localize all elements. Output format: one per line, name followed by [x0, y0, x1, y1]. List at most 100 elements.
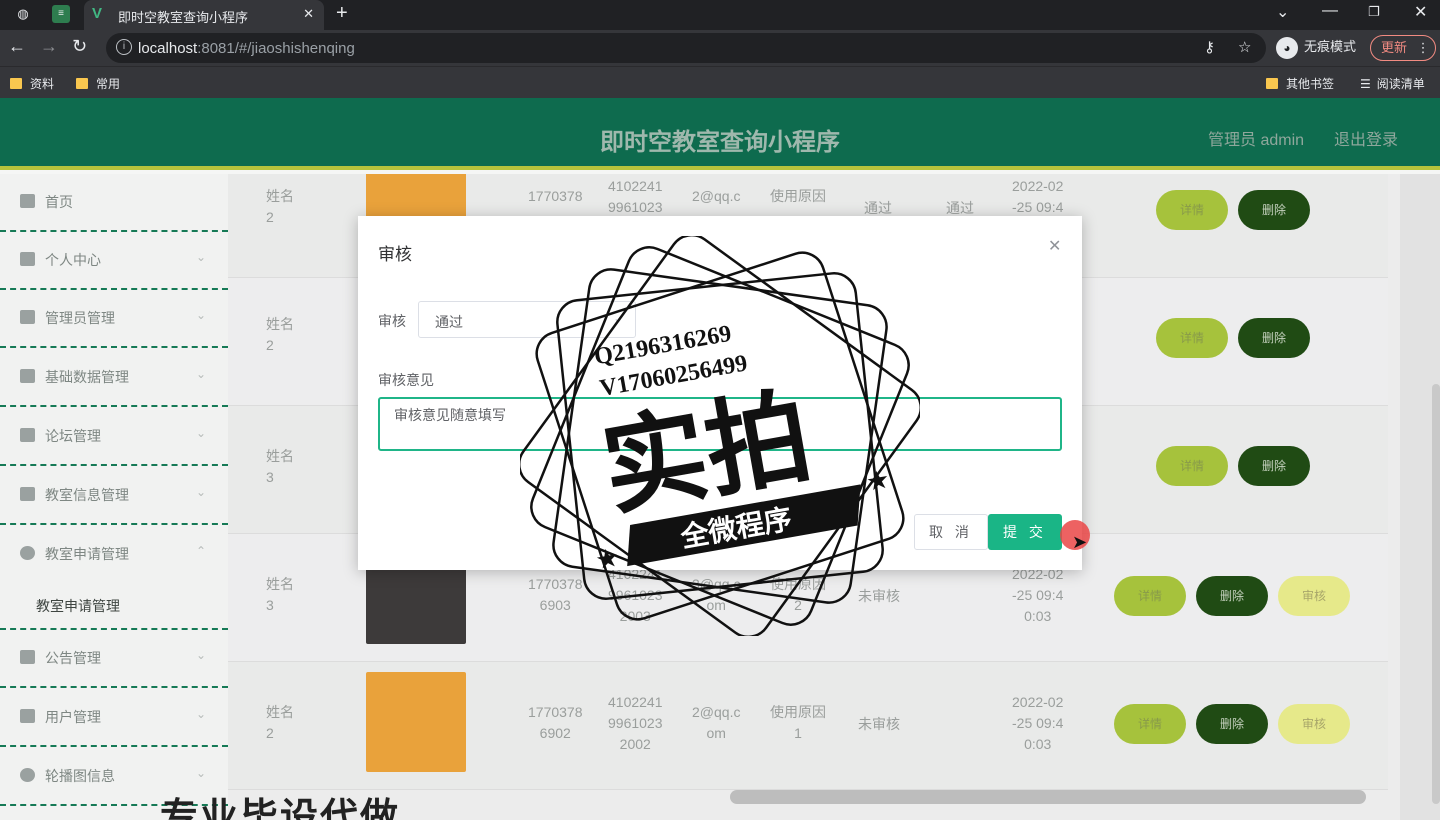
reading-list[interactable]: ☰ 阅读清单 [1360, 75, 1425, 92]
back-icon[interactable]: ← [8, 36, 26, 57]
cell-name: 姓名 2 [266, 316, 294, 353]
forward-icon[interactable]: → [40, 36, 58, 57]
chevron-down-icon: ⌄ [195, 485, 206, 499]
sidebar-item-base-data[interactable]: 基础数据管理 ⌄ [0, 349, 228, 407]
sidebar-item-applications[interactable]: 教室申请管理 ⌃ [0, 526, 228, 584]
sidebar-item-profile[interactable]: 个人中心 ⌄ [0, 232, 228, 290]
address-bar[interactable]: i localhost:8081/#/jiaoshishenqing ⚷ ☆ [106, 33, 1266, 63]
cell-email: 2@qq.c om [692, 704, 741, 741]
horizontal-scrollbar[interactable] [730, 790, 1366, 804]
bookmark-folder[interactable]: 资料 [10, 75, 54, 92]
folder-icon [76, 78, 88, 89]
incognito-indicator[interactable]: ◕ 无痕模式 [1276, 36, 1356, 59]
chevron-up-icon: ⌃ [195, 544, 206, 558]
plus-icon[interactable]: + [336, 2, 348, 25]
bookmarks-bar: 资料 常用 其他书签 ☰ 阅读清单 [0, 66, 1440, 98]
sidebar-item-announcements[interactable]: 公告管理 ⌄ [0, 630, 228, 688]
sidebar-item-home[interactable]: 首页 [0, 174, 228, 232]
submit-button[interactable]: 提 交 [988, 514, 1062, 550]
more-icon: ⋮ [1416, 40, 1430, 55]
delete-button[interactable]: 删除 [1238, 446, 1310, 486]
sidebar-item-users[interactable]: 用户管理 ⌄ [0, 689, 228, 747]
close-icon[interactable]: ✕ [1048, 236, 1061, 256]
scrollbar-thumb[interactable] [1432, 384, 1440, 804]
sidebar-item-label: 个人中心 [45, 252, 101, 268]
reload-icon[interactable]: ↻ [72, 36, 87, 57]
chevron-down-icon: ⌄ [195, 766, 206, 780]
browser-tab[interactable]: V 即时空教室查询小程序 ✕ [84, 0, 324, 30]
detail-button[interactable]: 详情 [1114, 704, 1186, 744]
browser-toolbar: ← → ↻ i localhost:8081/#/jiaoshishenqing… [0, 30, 1440, 66]
sidebar-item-label: 教室信息管理 [45, 487, 129, 503]
sidebar: 首页 个人中心 ⌄ 管理员管理 ⌄ 基础数据管理 ⌄ 论坛管理 ⌄ 教室信息管理 ⌄ 教室… [0, 174, 228, 820]
current-user: 管理员 admin [1208, 132, 1305, 149]
folder-icon [10, 78, 22, 89]
button-label: 审核 [1301, 589, 1326, 603]
star-icon[interactable]: ☆ [1238, 38, 1251, 56]
detail-button[interactable]: 详情 [1156, 446, 1228, 486]
button-label: 详情 [1137, 717, 1162, 731]
cell-reason: 使用原因 [770, 188, 826, 204]
button-label: 删除 [1261, 203, 1286, 217]
cell-name: 姓名 2 [266, 188, 294, 225]
globe-icon[interactable]: ◍ [14, 5, 32, 23]
sidebar-item-classrooms[interactable]: 教室信息管理 ⌄ [0, 467, 228, 525]
bookmark-folder[interactable]: 常用 [76, 75, 120, 92]
audit-button[interactable]: 审核 [1278, 704, 1350, 744]
app-icon[interactable]: ≡ [52, 5, 70, 23]
close-window-icon[interactable]: ✕ [1414, 2, 1427, 22]
cursor-icon: ➤ [1072, 532, 1088, 552]
info-icon[interactable]: i [116, 39, 132, 55]
audit-button[interactable]: 审核 [1278, 576, 1350, 616]
sidebar-subitem-applications[interactable]: 教室申请管理 [36, 596, 120, 616]
sidebar-item-admins[interactable]: 管理员管理 ⌄ [0, 290, 228, 348]
box-icon [20, 369, 35, 383]
cell-time: 2022-02 -25 09:4 0:03 [1012, 694, 1064, 752]
incognito-icon: ◕ [1276, 36, 1298, 59]
url-host: localhost [138, 40, 198, 57]
cell-idcard: 4102241 9961023 2002 [608, 694, 663, 752]
detail-button[interactable]: 详情 [1114, 576, 1186, 616]
sidebar-item-forum[interactable]: 论坛管理 ⌄ [0, 408, 228, 466]
vertical-scrollbar[interactable] [1400, 174, 1440, 820]
cancel-button[interactable]: 取 消 [914, 514, 988, 550]
cell-idcard: 4102241 9961023 [608, 178, 663, 215]
close-icon[interactable]: ✕ [303, 6, 314, 22]
avatar [366, 672, 466, 772]
url-text[interactable]: localhost:8081/#/jiaoshishenqing [138, 40, 355, 57]
audit-label: 审核 [378, 313, 406, 329]
button-label: 删除 [1261, 459, 1286, 473]
restore-icon[interactable]: ❐ [1368, 4, 1380, 20]
folder-icon [1266, 78, 1278, 89]
sidebar-item-label: 公告管理 [45, 650, 101, 666]
opinion-label: 审核意见 [378, 372, 434, 388]
bookmark-folder[interactable]: 其他书签 [1266, 75, 1334, 92]
minimize-icon[interactable]: — [1322, 2, 1338, 20]
sidebar-item-label: 基础数据管理 [45, 369, 129, 385]
cell-email: 2@qq.c [692, 188, 741, 204]
chevron-down-icon: ⌄ [195, 707, 206, 721]
sidebar-item-label: 管理员管理 [45, 310, 115, 326]
mic-icon [20, 310, 35, 324]
chevron-down-icon: ⌄ [195, 367, 206, 381]
delete-button[interactable]: 删除 [1238, 190, 1310, 230]
delete-button[interactable]: 删除 [1196, 576, 1268, 616]
cell-name: 姓名 3 [266, 576, 294, 613]
delete-button[interactable]: 删除 [1196, 704, 1268, 744]
sidebar-item-label: 教室申请管理 [45, 546, 129, 562]
detail-button[interactable]: 详情 [1156, 190, 1228, 230]
button-label: 审核 [1301, 717, 1326, 731]
chevron-down-icon[interactable]: ⌄ [1276, 2, 1289, 22]
button-label: 删除 [1219, 589, 1244, 603]
globe-icon [20, 546, 35, 560]
cell-reason: 使用原因 1 [770, 704, 826, 741]
sidebar-item-label: 轮播图信息 [45, 768, 115, 784]
key-icon[interactable]: ⚷ [1204, 38, 1215, 56]
detail-button[interactable]: 详情 [1156, 318, 1228, 358]
chevron-down-icon: ⌄ [195, 426, 206, 440]
update-button[interactable]: 更新 ⋮ [1370, 35, 1436, 61]
cell-time: 2022-02 -25 09:4 [1012, 178, 1064, 215]
logout-link[interactable]: 退出登录 [1334, 126, 1398, 150]
incognito-label: 无痕模式 [1304, 39, 1357, 54]
delete-button[interactable]: 删除 [1238, 318, 1310, 358]
